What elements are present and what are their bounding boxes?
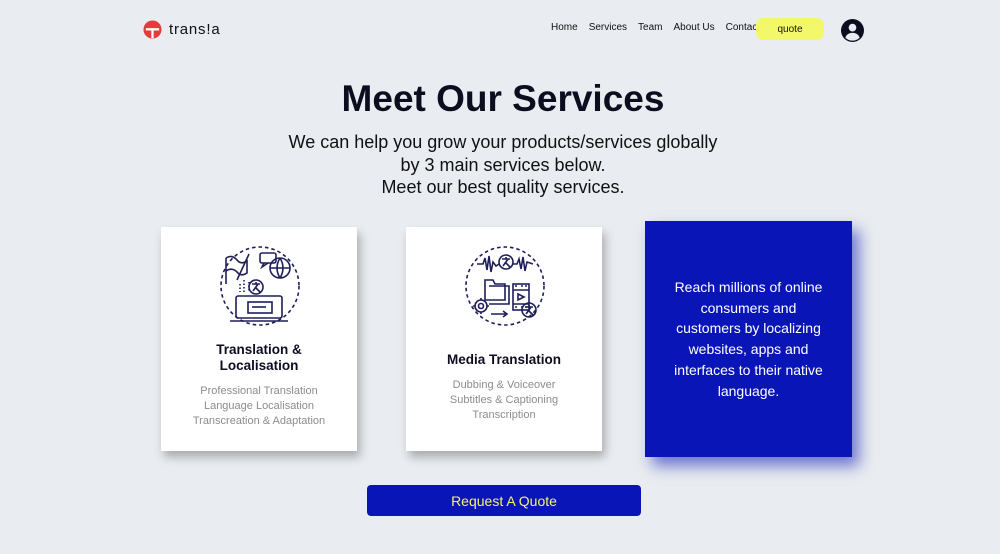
page-title: Meet Our Services	[341, 78, 665, 119]
card-title-line: Media Translation	[446, 352, 562, 367]
promo-line: customers by localizing	[676, 320, 821, 337]
promo-line: language.	[717, 382, 780, 399]
service-item: Dubbing & Voiceover	[452, 379, 556, 391]
brand-name: trans!a	[169, 21, 221, 38]
promo-line: Reach millions of online	[674, 279, 823, 295]
service-item: Transcreation & Adaptation	[192, 415, 326, 427]
promo-line: consumers and	[700, 299, 797, 316]
user-account-icon[interactable]	[841, 19, 864, 42]
service-card-media[interactable]: Media Translation Dubbing & Voiceover Su…	[406, 227, 602, 451]
promo-card: Reach millions of online consumers and c…	[645, 221, 852, 457]
quote-button[interactable]: quote	[756, 18, 824, 40]
service-item: Subtitles & Captioning	[449, 394, 559, 406]
promo-text: Reach millions of online consumers and c…	[659, 277, 838, 401]
card-service-list: Dubbing & Voiceover Subtitles & Captioni…	[406, 378, 602, 423]
service-item: Transcription	[472, 409, 536, 421]
service-item: Professional Translation	[200, 385, 318, 397]
top-navigation: trans!a Home Services Team About Us Cont…	[0, 0, 1000, 60]
subtitle-line: We can help you grow your products/servi…	[288, 132, 718, 152]
promo-line: websites, apps and	[688, 341, 809, 358]
nav-link-about-us[interactable]: About Us	[674, 22, 715, 33]
request-quote-button[interactable]: Request A Quote	[367, 485, 641, 516]
nav-link-services[interactable]: Services	[589, 22, 627, 33]
card-title-line: Translation &	[216, 342, 302, 357]
subtitle-line: by 3 main services below.	[400, 154, 606, 175]
nav-link-contact[interactable]: Contact	[726, 22, 760, 33]
card-title: Translation & Localisation	[161, 342, 357, 374]
promo-line: interfaces to their native	[674, 361, 823, 378]
card-title: Media Translation	[406, 352, 602, 368]
translate-t-icon	[143, 20, 162, 39]
nav-links: Home Services Team About Us Contact	[551, 22, 760, 33]
service-card-translation[interactable]: Translation & Localisation Professional …	[161, 227, 357, 451]
card-service-list: Professional Translation Language Locali…	[161, 384, 357, 429]
translation-localisation-icon	[220, 246, 300, 326]
nav-link-team[interactable]: Team	[638, 22, 662, 33]
nav-link-home[interactable]: Home	[551, 22, 578, 33]
media-translation-icon	[465, 246, 545, 326]
card-title-line: Localisation	[219, 358, 299, 373]
service-item: Language Localisation	[203, 400, 315, 412]
brand-logo[interactable]: trans!a	[143, 20, 220, 39]
subtitle-line: Meet our best quality services.	[381, 177, 625, 197]
page-subtitle: We can help you grow your products/servi…	[0, 131, 1000, 199]
